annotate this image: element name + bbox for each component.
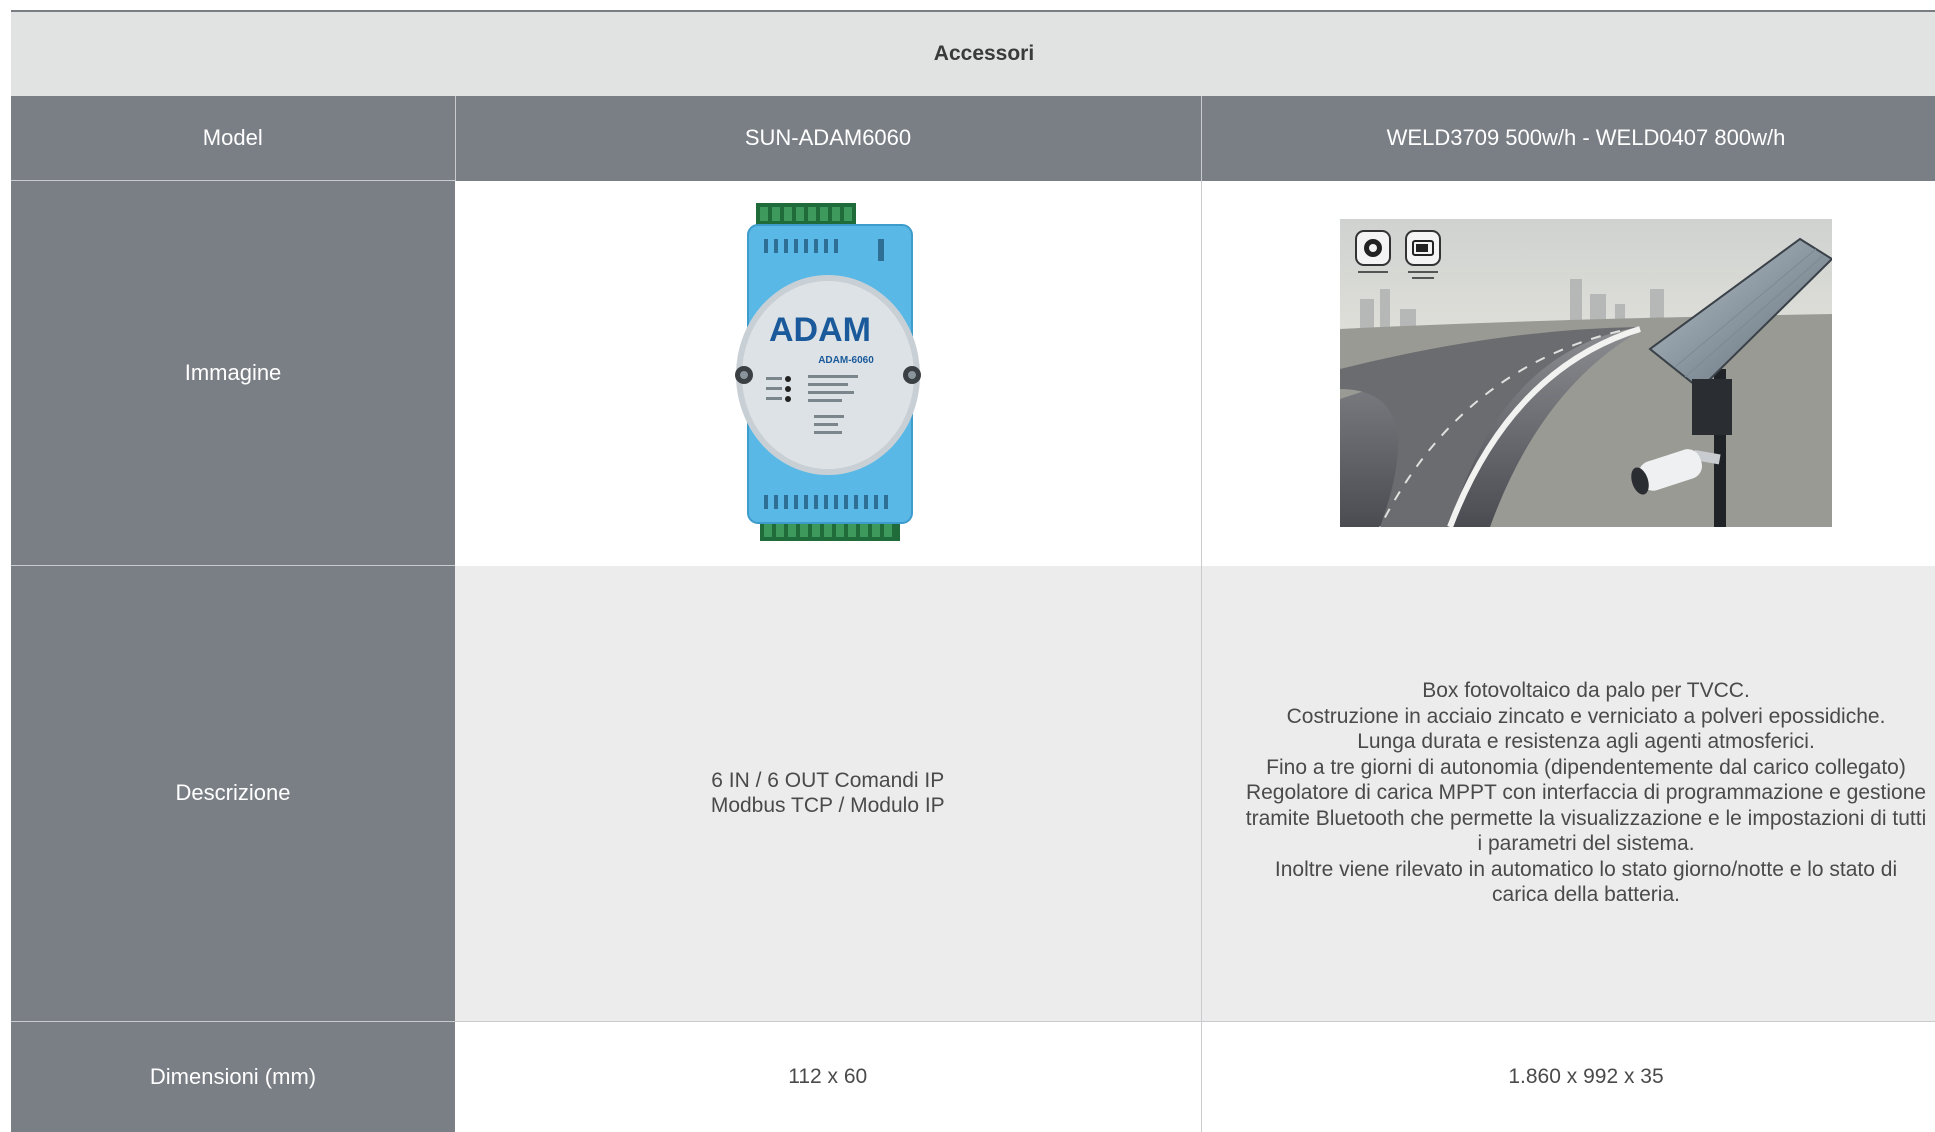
page: Accessori Model SUN-ADAM6060 WELD3709 50… [0, 0, 1935, 1132]
cell-description-adam: 6 IN / 6 OUT Comandi IP Modbus TCP / Mod… [455, 565, 1202, 1021]
table-caption-row: Accessori [11, 12, 1935, 96]
adam-model-text: ADAM-6060 [818, 355, 874, 366]
cell-image-adam: ADAM ADAM-6060 [455, 180, 1202, 566]
table-caption: Accessori [11, 12, 1935, 96]
row-label-image: Immagine [11, 180, 455, 566]
accessories-table-wrapper: Accessori Model SUN-ADAM6060 WELD3709 50… [11, 10, 1935, 1132]
cell-dimensions-adam: 112 x 60 [455, 1020, 1202, 1132]
header-col-weld: WELD3709 500w/h - WELD0407 800w/h [1201, 96, 1935, 181]
adam-module-image: ADAM ADAM-6060 [734, 203, 921, 541]
row-label-description: Descrizione [11, 565, 455, 1021]
cell-image-weld [1201, 180, 1935, 566]
description-weld-text: Box fotovoltaico da palo per TVCC. Costr… [1245, 679, 1927, 907]
table-header-row: Model SUN-ADAM6060 WELD3709 500w/h - WEL… [11, 96, 1935, 181]
adam-logo-text: ADAM [769, 311, 871, 349]
table-row-dimensions: Dimensioni (mm) 112 x 60 1.860 x 992 x 3… [11, 1020, 1935, 1132]
description-adam-text: 6 IN / 6 OUT Comandi IP Modbus TCP / Mod… [710, 768, 945, 818]
solar-box-image [1340, 219, 1832, 527]
caption-text: Accessori [933, 42, 1035, 65]
table-row-description: Descrizione 6 IN / 6 OUT Comandi IP Modb… [11, 565, 1935, 1021]
table-row-image: Immagine ADAM ADAM-6060 [11, 180, 1935, 566]
cell-dimensions-weld: 1.860 x 992 x 35 [1201, 1020, 1935, 1132]
accessories-table: Accessori Model SUN-ADAM6060 WELD3709 50… [11, 12, 1935, 1132]
cell-description-weld: Box fotovoltaico da palo per TVCC. Costr… [1201, 565, 1935, 1021]
header-col-sun-adam: SUN-ADAM6060 [455, 96, 1202, 181]
header-model-label: Model [11, 96, 456, 181]
row-label-dimensions: Dimensioni (mm) [11, 1020, 455, 1132]
